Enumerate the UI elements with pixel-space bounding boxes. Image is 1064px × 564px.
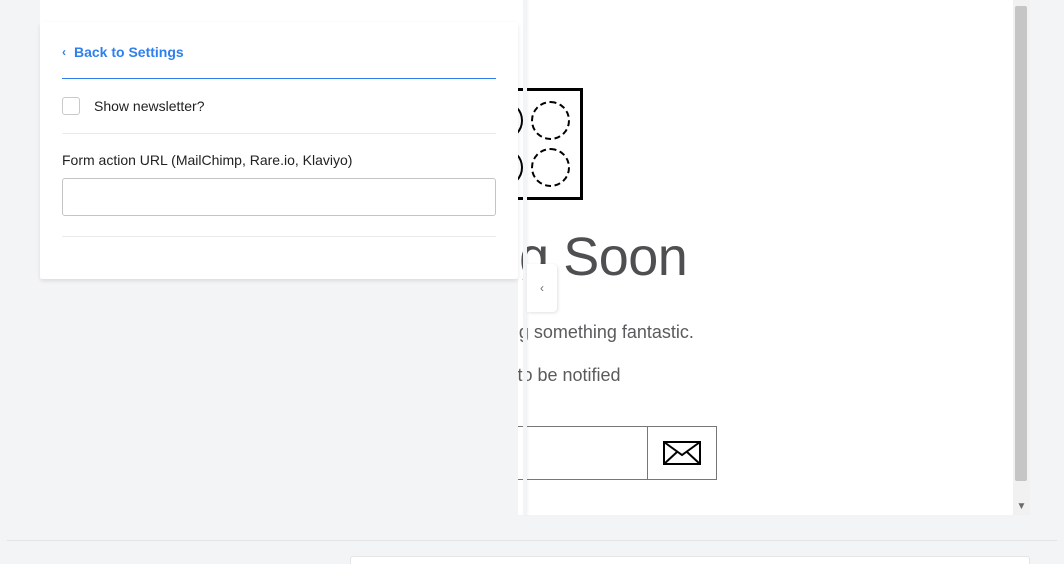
collapse-panel-button[interactable]: ‹ xyxy=(527,264,557,312)
form-action-url-input[interactable] xyxy=(62,178,496,216)
form-action-field: Form action URL (MailChimp, Rare.io, Kla… xyxy=(62,134,496,237)
show-newsletter-label: Show newsletter? xyxy=(94,98,205,114)
form-action-label: Form action URL (MailChimp, Rare.io, Kla… xyxy=(62,152,496,168)
envelope-icon xyxy=(663,441,701,465)
sidebar-background xyxy=(40,279,518,515)
bottom-divider xyxy=(7,540,1057,541)
bottom-overflow-card xyxy=(350,556,1030,564)
chevron-left-icon: ‹ xyxy=(62,45,66,59)
show-newsletter-checkbox[interactable] xyxy=(62,97,80,115)
back-link-label: Back to Settings xyxy=(74,44,184,60)
back-to-settings-link[interactable]: ‹ Back to Settings xyxy=(62,44,496,79)
panel-divider xyxy=(523,0,527,515)
chevron-left-icon: ‹ xyxy=(540,281,544,295)
show-newsletter-row: Show newsletter? xyxy=(62,79,496,134)
preview-scrollbar[interactable]: ▼ xyxy=(1013,0,1030,515)
settings-panel: ‹ Back to Settings Show newsletter? Form… xyxy=(40,22,518,279)
subscribe-button[interactable] xyxy=(647,426,717,480)
scrollbar-arrow-down-icon[interactable]: ▼ xyxy=(1013,498,1030,515)
preview-scrollbar-thumb[interactable] xyxy=(1015,6,1027,481)
